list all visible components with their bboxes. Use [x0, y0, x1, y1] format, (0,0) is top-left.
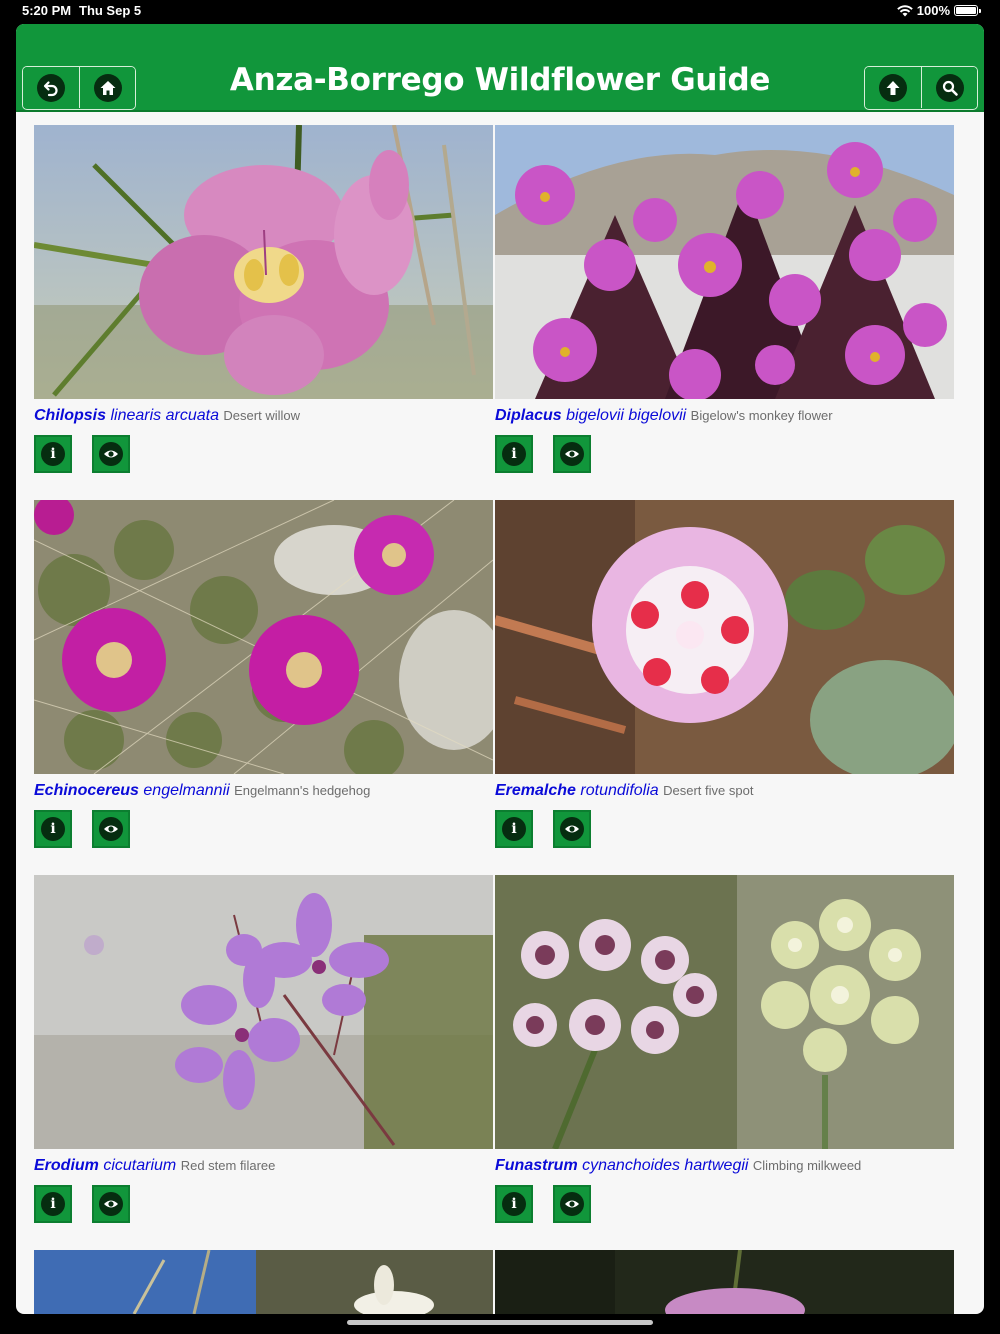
common-name: Bigelow's monkey flower — [690, 408, 833, 423]
view-button[interactable] — [553, 435, 591, 473]
info-icon: i — [502, 817, 526, 841]
info-button[interactable]: i — [34, 435, 72, 473]
header-bar: Anza-Borrego Wildflower Guide — [16, 24, 984, 112]
app-window: Anza-Borrego Wildflower Guide Chilopsis … — [16, 24, 984, 1314]
wifi-icon — [896, 4, 913, 16]
search-icon — [935, 73, 964, 102]
genus-name: Eremalche — [495, 782, 576, 799]
nav-button-group — [22, 66, 136, 110]
common-name: Climbing milkweed — [752, 1158, 862, 1173]
flower-card: Erodium cicutarium Red stem filaree i — [34, 875, 493, 1223]
common-name: Desert five spot — [663, 783, 754, 798]
view-button[interactable] — [92, 810, 130, 848]
info-icon: i — [502, 442, 526, 466]
eye-icon — [99, 817, 123, 841]
status-date: Thu Sep 5 — [79, 3, 142, 18]
info-icon: i — [502, 1192, 526, 1216]
card-actions: i — [34, 435, 130, 473]
flower-name[interactable]: Funastrum cynanchoides hartwegii Climbin… — [495, 1157, 954, 1175]
flower-name[interactable]: Diplacus bigelovii bigelovii Bigelow's m… — [495, 407, 954, 425]
page-title: Anza-Borrego Wildflower Guide — [229, 62, 771, 98]
genus-name: Erodium — [34, 1157, 99, 1174]
flower-photo[interactable] — [34, 875, 493, 1149]
flower-card: Diplacus bigelovii bigelovii Bigelow's m… — [495, 125, 954, 473]
eye-icon — [560, 442, 584, 466]
flower-name[interactable]: Chilopsis linearis arcuata Desert willow — [34, 407, 493, 425]
tool-button-group — [864, 66, 978, 110]
view-button[interactable] — [553, 810, 591, 848]
view-button[interactable] — [92, 435, 130, 473]
eye-icon — [560, 817, 584, 841]
search-button[interactable] — [921, 67, 977, 108]
status-time: 5:20 PM — [22, 3, 72, 18]
arrow-up-icon — [879, 73, 907, 102]
flower-photo[interactable] — [495, 875, 954, 1149]
flower-card: Chilopsis linearis arcuata Desert willow… — [34, 125, 493, 473]
species-name: cicutarium — [103, 1157, 177, 1174]
info-button[interactable]: i — [34, 1185, 72, 1223]
flower-photo[interactable] — [34, 500, 493, 774]
status-bar: 5:20 PM Thu Sep 5 100% — [0, 0, 1000, 24]
battery-icon — [954, 5, 981, 16]
card-actions: i — [34, 810, 130, 848]
common-name: Desert willow — [223, 408, 300, 423]
info-button[interactable]: i — [495, 1185, 533, 1223]
flower-name[interactable]: Erodium cicutarium Red stem filaree — [34, 1157, 493, 1175]
card-actions: i — [495, 435, 591, 473]
flower-photo[interactable] — [34, 1250, 493, 1314]
home-indicator[interactable] — [347, 1320, 653, 1325]
flower-name[interactable]: Echinocereus engelmannii Engelmann's hed… — [34, 782, 493, 800]
card-actions: i — [495, 810, 591, 848]
common-name: Red stem filaree — [180, 1158, 276, 1173]
card-actions: i — [34, 1185, 130, 1223]
view-button[interactable] — [92, 1185, 130, 1223]
common-name: Engelmann's hedgehog — [234, 783, 371, 798]
species-name: cynanchoides hartwegii — [582, 1157, 749, 1174]
flower-photo[interactable] — [495, 125, 954, 399]
species-name: linearis arcuata — [110, 407, 219, 424]
flower-card — [34, 1250, 493, 1314]
info-button[interactable]: i — [495, 435, 533, 473]
flower-card — [495, 1250, 954, 1314]
flower-card: Echinocereus engelmannii Engelmann's hed… — [34, 500, 493, 848]
eye-icon — [99, 1192, 123, 1216]
eye-icon — [560, 1192, 584, 1216]
scroll-top-button[interactable] — [865, 67, 921, 108]
home-button[interactable] — [79, 67, 135, 108]
genus-name: Echinocereus — [34, 782, 139, 799]
eye-icon — [99, 442, 123, 466]
card-actions: i — [495, 1185, 591, 1223]
species-name: rotundifolia — [580, 782, 659, 799]
flower-card: Funastrum cynanchoides hartwegii Climbin… — [495, 875, 954, 1223]
flower-name[interactable]: Eremalche rotundifolia Desert five spot — [495, 782, 954, 800]
back-icon — [37, 73, 65, 102]
info-button[interactable]: i — [495, 810, 533, 848]
genus-name: Chilopsis — [34, 407, 107, 424]
battery-percent: 100% — [916, 3, 950, 18]
info-button[interactable]: i — [34, 810, 72, 848]
back-button[interactable] — [23, 67, 79, 108]
genus-name: Funastrum — [495, 1157, 578, 1174]
info-icon: i — [41, 817, 65, 841]
flower-card: Eremalche rotundifolia Desert five spot … — [495, 500, 954, 848]
species-name: engelmannii — [143, 782, 230, 799]
genus-name: Diplacus — [495, 407, 562, 424]
home-icon — [93, 73, 122, 102]
flower-photo[interactable] — [495, 1250, 954, 1314]
flower-photo[interactable] — [495, 500, 954, 774]
flower-photo[interactable] — [34, 125, 493, 399]
info-icon: i — [41, 442, 65, 466]
info-icon: i — [41, 1192, 65, 1216]
status-right: 100% — [896, 3, 981, 18]
species-name: bigelovii bigelovii — [566, 407, 687, 424]
view-button[interactable] — [553, 1185, 591, 1223]
